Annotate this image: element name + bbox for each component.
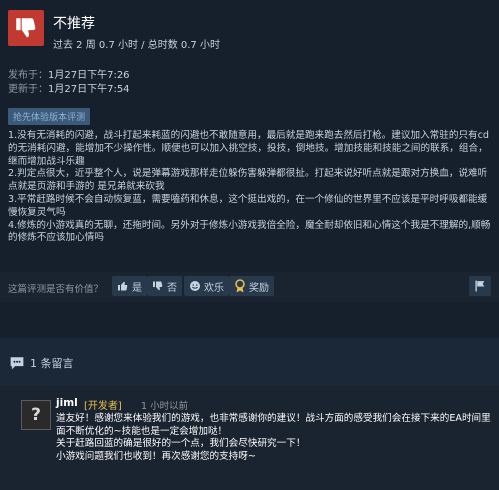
review-paragraph: 3.平常赶路时候不会自动恢复蓝，需要嗑药和休息，这个挺出戏的，在一个修仙的世界里… — [8, 193, 488, 218]
comments-header: 1 条留言 — [0, 338, 499, 386]
thumbs-down-icon — [153, 281, 163, 291]
thumbs-up-icon — [118, 281, 128, 291]
posted-date: 发布于：1月27日下午7:26 — [8, 66, 130, 81]
vote-funny-button[interactable]: 欢乐 — [184, 276, 229, 296]
award-icon — [235, 279, 245, 293]
comment-count: 1 条留言 — [30, 357, 74, 370]
award-label: 奖励 — [249, 282, 269, 294]
comment-item: ? jiml [开发者] 1 小时以前 道友好！感谢您来体验我们的游戏，也非常感… — [0, 386, 499, 490]
review-paragraph: 1.没有无消耗的闪避，战斗打起来耗蓝的闪避也不敢随意用，最后就是跑来跑去然后打枪… — [8, 130, 490, 167]
smiley-icon — [190, 281, 200, 291]
review-verdict: 不推荐 — [53, 16, 95, 32]
flag-icon — [474, 280, 484, 292]
review-paragraph: 2.判定点很大，近乎整个人，说是弹幕游戏那样走位躲伤害躲弹都很扯。打起来说好听点… — [8, 168, 488, 193]
developer-tag: [开发者] — [84, 401, 122, 412]
review-card: 不推荐 过去 2 周 0.7 小时 / 总时数 0.7 小时 发布于：1月27日… — [0, 0, 499, 338]
comment-line: 小游戏问题我们也收到！再次感谢您的支持呀~ — [56, 450, 256, 462]
vote-yes-label: 是 — [132, 282, 142, 294]
comment-bubble-icon — [10, 357, 24, 370]
vote-no-button[interactable]: 否 — [147, 276, 182, 296]
updated-label: 更新于： — [8, 84, 48, 95]
comment-body: 道友好！感谢您来体验我们的游戏，也非常感谢你的建议！战斗方面的感受我们会在接下来… — [56, 413, 494, 463]
helpful-vote-bar: 这篇评测是否有价值？ 是 否 欢乐 奖励 — [0, 272, 499, 302]
updated-date: 更新于：1月27日下午7:54 — [8, 80, 130, 95]
award-button[interactable]: 奖励 — [229, 276, 274, 296]
avatar[interactable]: ? — [21, 400, 51, 430]
vote-yes-button[interactable]: 是 — [112, 276, 147, 296]
review-body: 1.没有无消耗的闪避，战斗打起来耗蓝的闪避也不敢随意用，最后就是跑来跑去然后打枪… — [8, 130, 492, 245]
playtime-summary: 过去 2 周 0.7 小时 / 总时数 0.7 小时 — [53, 40, 220, 51]
comment-author[interactable]: jiml — [56, 397, 78, 409]
thumbs-down-icon — [8, 10, 44, 46]
updated-value: 1月27日下午7:54 — [48, 84, 130, 95]
early-access-badge: 抢先体验版本评测 — [8, 108, 91, 125]
review-paragraph: 4.修炼的小游戏真的无聊，还拖时间。另外对于修炼小游戏我倍全险，魔全耐却依旧和心… — [8, 219, 491, 244]
vote-funny-label: 欢乐 — [204, 282, 224, 294]
vote-no-label: 否 — [167, 282, 177, 294]
comment-time: 1 小时以前 — [141, 401, 189, 412]
report-flag-button[interactable] — [469, 276, 491, 296]
comment-line: 道友好！感谢您来体验我们的游戏，也非常感谢你的建议！战斗方面的感受我们会在接下来… — [56, 413, 491, 437]
comment-line: 关于赶路回蓝的确是很好的一个点，我们会尽快研究一下！ — [56, 438, 306, 450]
helpful-question: 这篇评测是否有价值？ — [8, 284, 104, 295]
